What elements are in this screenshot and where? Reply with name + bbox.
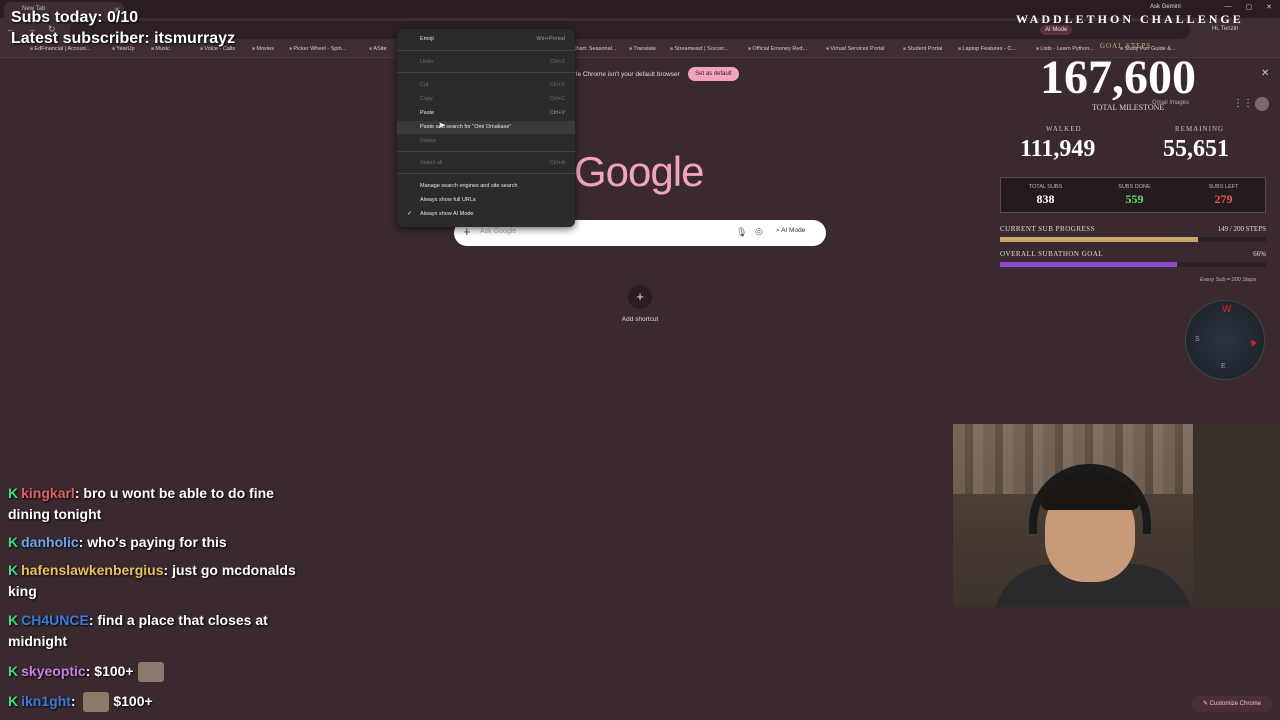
current-progress-value: 149 / 200 STEPS	[1217, 225, 1266, 233]
total-subs-label: TOTAL SUBS	[1028, 184, 1063, 190]
bookmark-item[interactable]: Official Emoney Red...	[748, 46, 807, 52]
compass-east-marker: E	[1221, 363, 1226, 370]
subs-done-label: SUBS DONE	[1118, 184, 1151, 190]
goal-steps-value: 167,600	[1040, 51, 1196, 104]
plus-icon[interactable]: +	[463, 225, 471, 239]
bookmark-item[interactable]: Student Portal	[903, 46, 942, 52]
search-placeholder: Ask Google	[480, 228, 517, 235]
compass-south-marker: S	[1195, 336, 1200, 343]
menu-divider	[397, 173, 575, 174]
subs-today-counter: Subs today: 0/10	[11, 9, 139, 26]
chat-message: Kdanholic: who's paying for this	[8, 532, 318, 553]
webcam-feed	[953, 424, 1280, 607]
menu-item-copy[interactable]: Copy Ctrl+C	[397, 93, 575, 106]
bookmark-item[interactable]: Chart: Seasonal...	[568, 46, 616, 52]
customize-chrome-button[interactable]: ✎ Customize Chrome	[1192, 696, 1272, 712]
subs-stats-box: TOTAL SUBS 838 SUBS DONE 559 SUBS LEFT 2…	[1000, 177, 1266, 213]
overall-goal-fill	[1000, 262, 1178, 267]
compass-north-marker: W	[1222, 304, 1232, 315]
menu-item-emoji[interactable]: Emoji Win+Period	[397, 33, 575, 46]
overall-goal-bar	[1000, 262, 1266, 267]
context-menu: Emoji Win+Period Undo Ctrl+Z Cut Ctrl+X Cop…	[397, 29, 575, 227]
check-icon: ✓	[407, 211, 413, 217]
badge-icon: K	[8, 612, 19, 628]
bookmark-item[interactable]: Virtual Services Portal	[826, 46, 884, 52]
challenge-title: WADDLETHON CHALLENGE	[1016, 12, 1244, 26]
lens-icon[interactable]: ◎	[755, 226, 763, 237]
badge-icon: K	[8, 562, 19, 578]
menu-item-select-all[interactable]: Select all Ctrl+A	[397, 157, 575, 170]
subs-done-value: 559	[1125, 192, 1144, 206]
menu-item-paste-and-search[interactable]: Paste and search for "Omi Omakase"	[397, 121, 575, 134]
badge-icon: K	[8, 485, 19, 501]
google-logo: Google	[574, 148, 704, 195]
current-progress-fill	[1000, 237, 1199, 242]
walked-label: WALKED	[1046, 125, 1082, 133]
apps-grid-icon[interactable]: ⋮⋮	[1233, 98, 1253, 109]
subs-left-value: 279	[1214, 192, 1233, 206]
bookmark-item[interactable]: Streameast | Soccer...	[670, 46, 728, 52]
ai-mode-label: AI Mode	[781, 227, 806, 234]
bookmark-item[interactable]: Translate	[629, 46, 656, 52]
add-shortcut-button[interactable]: +	[628, 285, 652, 309]
menu-item-cut[interactable]: Cut Ctrl+X	[397, 79, 575, 92]
close-window-icon[interactable]: ✕	[1266, 3, 1272, 11]
background-door	[1193, 424, 1280, 607]
add-shortcut-label: Add shortcut	[621, 316, 659, 323]
chat-message: K CH4UNCE: find a place that closes at mi…	[8, 612, 268, 649]
avatar[interactable]	[1255, 97, 1269, 111]
compass-needle-icon: ▲	[1245, 335, 1261, 350]
total-milestone-label: TOTAL MILESTONE	[1092, 103, 1165, 112]
badge-icon: K	[8, 693, 19, 709]
total-subs-value: 838	[1036, 192, 1055, 206]
set-as-default-button[interactable]: Set as default	[688, 67, 739, 81]
bookmark-item[interactable]: Movies	[252, 46, 273, 52]
emote-image	[137, 662, 164, 683]
menu-item-show-ai-mode[interactable]: ✓ Always show AI Mode	[397, 208, 575, 221]
overall-goal-label: OVERALL SUBATHON GOAL	[1000, 250, 1104, 258]
current-progress-bar	[1000, 237, 1266, 242]
close-infobar-icon[interactable]: ✕	[1261, 68, 1269, 79]
menu-item-paste[interactable]: Paste Ctrl+V	[397, 107, 575, 120]
menu-item-delete[interactable]: Delete	[397, 135, 575, 148]
menu-item-show-full-urls[interactable]: Always show full URLs	[397, 194, 575, 207]
menu-divider	[397, 151, 575, 152]
chat-message: Kikn1ght: $100+	[8, 691, 318, 713]
chat-message: Kkingkarl: bro u wont be able to do fine…	[8, 485, 274, 522]
remaining-value: 55,651	[1163, 136, 1229, 162]
menu-item-manage-search-engines[interactable]: Manage search engines and site search	[397, 180, 575, 193]
menu-divider	[397, 50, 575, 51]
customize-label: Customize Chrome	[1209, 701, 1262, 707]
microphone-icon[interactable]: 🎙	[736, 227, 747, 238]
bookmark-item[interactable]: Picker Wheel - Spin...	[289, 46, 346, 52]
window-controls: — ▢ ✕	[1225, 3, 1273, 11]
menu-item-undo[interactable]: Undo Ctrl+Z	[397, 56, 575, 69]
subs-left-label: SUBS LEFT	[1208, 184, 1239, 190]
current-progress-label: CURRENT SUB PROGRESS	[1000, 225, 1096, 233]
goal-steps-label: GOAL STEPS	[1100, 42, 1152, 50]
remaining-label: REMAINING	[1175, 125, 1225, 133]
overall-goal-value: 66%	[1253, 250, 1266, 258]
chat-message: Khafenslawkenbergius: just go mcdonalds …	[8, 562, 296, 599]
bookmark-item[interactable]: ASite	[369, 46, 386, 52]
chat-message: Kskyeoptic: $100+	[8, 661, 318, 683]
walked-value: 111,949	[1020, 136, 1096, 162]
emote-image	[83, 692, 110, 713]
menu-divider	[397, 72, 575, 73]
default-browser-message: le Chrome isn't your default browser	[576, 71, 680, 78]
bookmark-item[interactable]: Laptop Features - C...	[958, 46, 1016, 52]
maximize-icon[interactable]: ▢	[1246, 3, 1253, 11]
badge-icon: K	[8, 534, 19, 550]
mouse-cursor-icon: ➤	[438, 120, 446, 130]
every-sub-note: Every Sub = 200 Steps	[1200, 277, 1257, 283]
compass-widget: W S E ▲	[1185, 300, 1265, 380]
latest-subscriber: Latest subscriber: itsmurrayz	[11, 30, 236, 47]
badge-icon: K	[8, 663, 19, 679]
ask-gemini-button[interactable]: Ask Gemini	[1150, 4, 1181, 10]
minimize-icon[interactable]: —	[1225, 3, 1232, 11]
ai-mode-button[interactable]: ⌕ AI Mode	[776, 227, 805, 235]
